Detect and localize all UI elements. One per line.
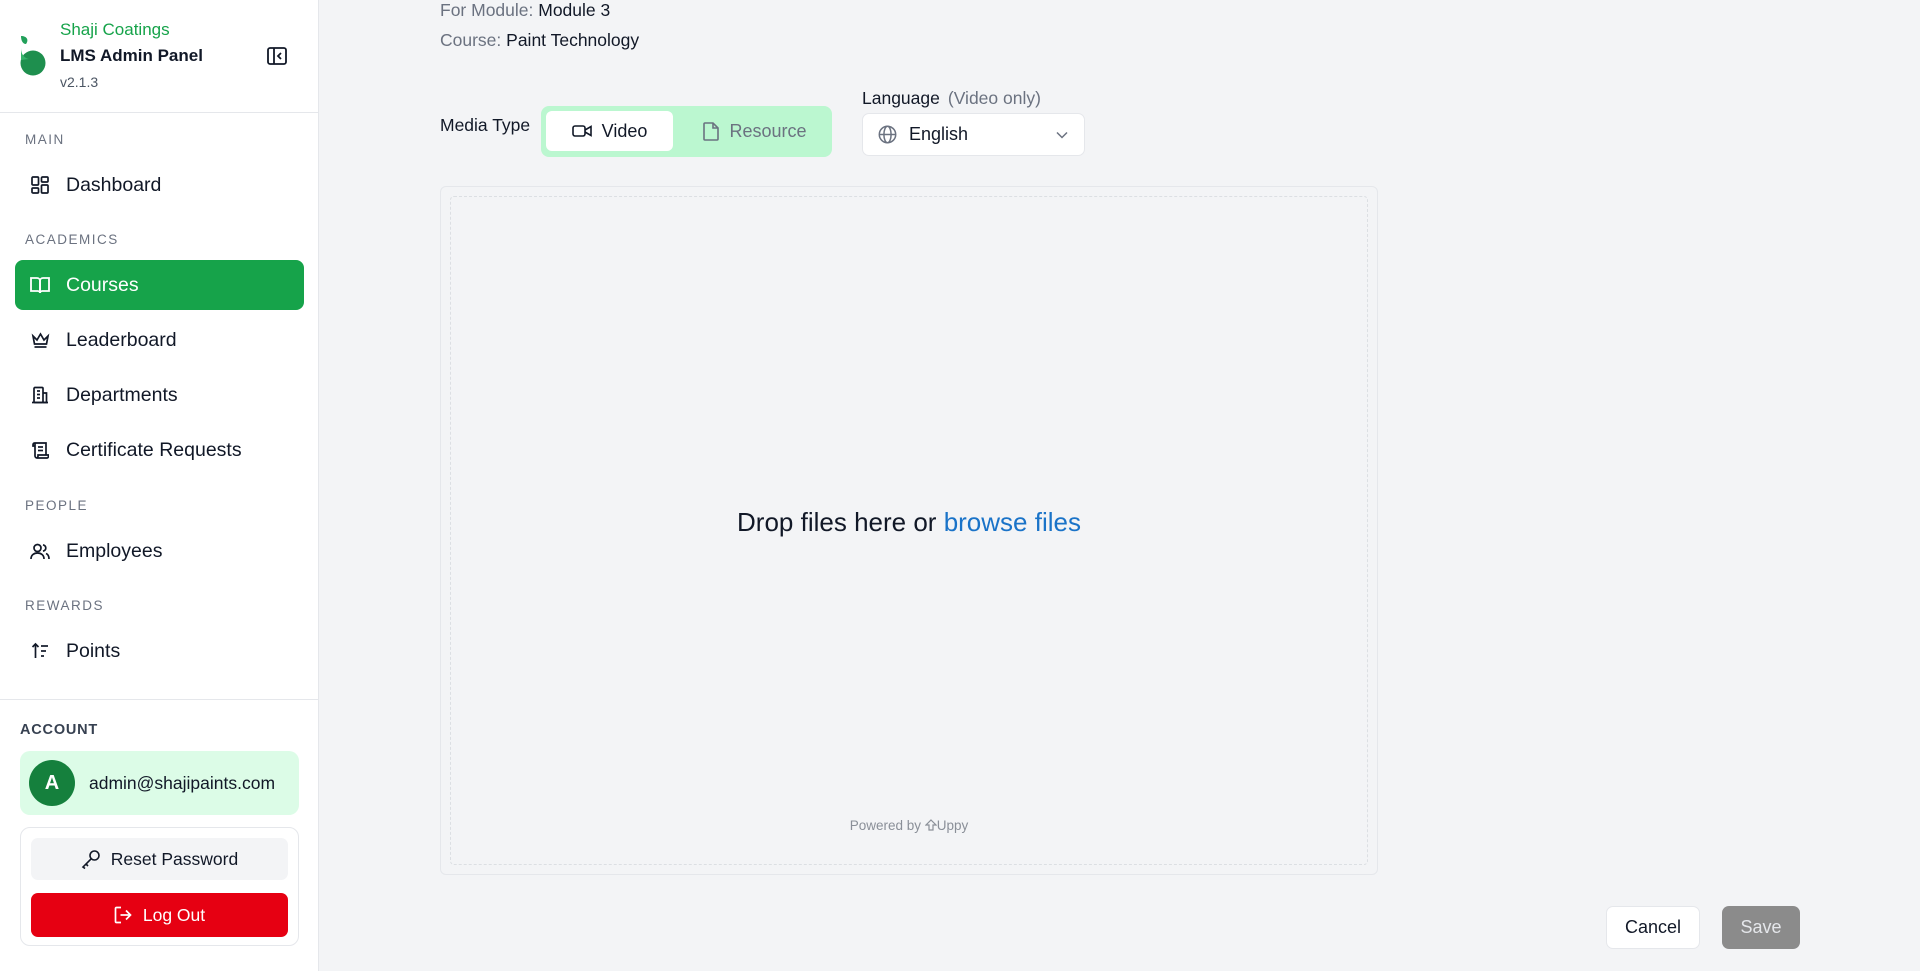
cancel-button[interactable]: Cancel: [1606, 906, 1700, 949]
module-label: For Module:: [440, 0, 534, 20]
resource-label: Resource: [729, 120, 807, 141]
nav-section-main: MAIN: [25, 132, 65, 147]
media-type-toggle: Video Resource: [541, 106, 832, 157]
sidebar-item-points[interactable]: Points: [15, 626, 304, 676]
course-value: Paint Technology: [506, 30, 640, 50]
reset-password-button[interactable]: Reset Password: [31, 838, 288, 880]
sidebar-item-label: Employees: [66, 539, 163, 562]
video-label: Video: [601, 120, 648, 141]
language-label-text: Language: [862, 88, 940, 108]
drop-text: Drop files here or: [737, 507, 937, 537]
brand-logo-icon: [20, 36, 46, 76]
media-type-resource-button[interactable]: Resource: [691, 111, 819, 151]
powered-by-text: Powered by: [849, 818, 921, 833]
file-dropzone[interactable]: Drop files here or browse files Powered …: [440, 186, 1378, 875]
logout-label: Log Out: [142, 904, 206, 925]
sidebar-item-departments[interactable]: Departments: [15, 370, 304, 420]
reset-password-label: Reset Password: [110, 848, 239, 869]
logout-icon: [114, 906, 132, 924]
file-icon: [703, 121, 720, 141]
browse-files-link[interactable]: browse files: [944, 507, 1081, 537]
module-value: Module 3: [538, 0, 611, 20]
brand-header: Shaji Coatings LMS Admin Panel v2.1.3: [0, 0, 318, 113]
scroll-icon: [29, 439, 51, 461]
account-section: ACCOUNT A admin@shajipaints.com Reset Pa…: [0, 699, 318, 971]
sidebar-item-leaderboard[interactable]: Leaderboard: [15, 315, 304, 365]
sidebar-item-label: Departments: [66, 383, 178, 406]
book-open-icon: [29, 274, 51, 296]
sidebar-item-certificate-requests[interactable]: Certificate Requests: [15, 425, 304, 475]
app-version: v2.1.3: [60, 74, 99, 90]
language-value: English: [909, 124, 969, 144]
media-type-label: Media Type: [440, 115, 531, 135]
sidebar: Shaji Coatings LMS Admin Panel v2.1.3 MA…: [0, 0, 319, 971]
sort-arrows-icon: [29, 640, 51, 662]
powered-by: Powered by Uppy: [441, 818, 1377, 833]
collapse-sidebar-icon[interactable]: [266, 46, 288, 66]
nav-section-rewards: REWARDS: [25, 598, 105, 613]
sidebar-item-dashboard[interactable]: Dashboard: [15, 160, 304, 210]
account-label: ACCOUNT: [20, 722, 99, 738]
drop-instructions: Drop files here or browse files: [441, 507, 1377, 538]
powered-by-brand: Uppy: [936, 818, 969, 833]
language-hint: (Video only): [947, 88, 1041, 108]
crown-icon: [29, 329, 51, 351]
sidebar-item-employees[interactable]: Employees: [15, 526, 304, 576]
main-content: For Module: Module 3 Course: Paint Techn…: [320, 0, 1920, 971]
media-type-video-button[interactable]: Video: [546, 111, 673, 151]
chevron-down-icon: [1056, 131, 1068, 139]
module-info: For Module: Module 3: [440, 0, 610, 21]
uppy-logo-icon: [924, 819, 938, 831]
users-icon: [29, 540, 51, 562]
avatar: A: [29, 760, 75, 806]
key-icon: [81, 850, 100, 869]
sidebar-item-label: Points: [66, 639, 121, 662]
user-email: admin@shajipaints.com: [89, 772, 276, 793]
sidebar-item-label: Dashboard: [66, 173, 162, 196]
save-button[interactable]: Save: [1722, 906, 1800, 949]
brand-company: Shaji Coatings: [60, 20, 170, 39]
course-label: Course:: [440, 30, 502, 50]
course-info: Course: Paint Technology: [440, 30, 639, 51]
building-icon: [29, 384, 51, 406]
language-select[interactable]: English: [862, 113, 1085, 156]
brand-panel-title: LMS Admin Panel: [60, 46, 203, 65]
dashboard-icon: [29, 174, 51, 196]
nav-section-academics: ACADEMICS: [25, 232, 119, 247]
user-card: A admin@shajipaints.com: [20, 751, 299, 815]
video-icon: [571, 125, 592, 137]
sidebar-item-label: Leaderboard: [66, 328, 177, 351]
account-actions: Reset Password Log Out: [20, 827, 299, 946]
sidebar-item-label: Certificate Requests: [66, 438, 242, 461]
logout-button[interactable]: Log Out: [31, 893, 288, 937]
globe-icon: [878, 125, 897, 144]
sidebar-item-courses[interactable]: Courses: [15, 260, 304, 310]
language-label: Language (Video only): [862, 88, 1041, 109]
sidebar-item-label: Courses: [66, 273, 139, 296]
nav-section-people: PEOPLE: [25, 498, 89, 513]
